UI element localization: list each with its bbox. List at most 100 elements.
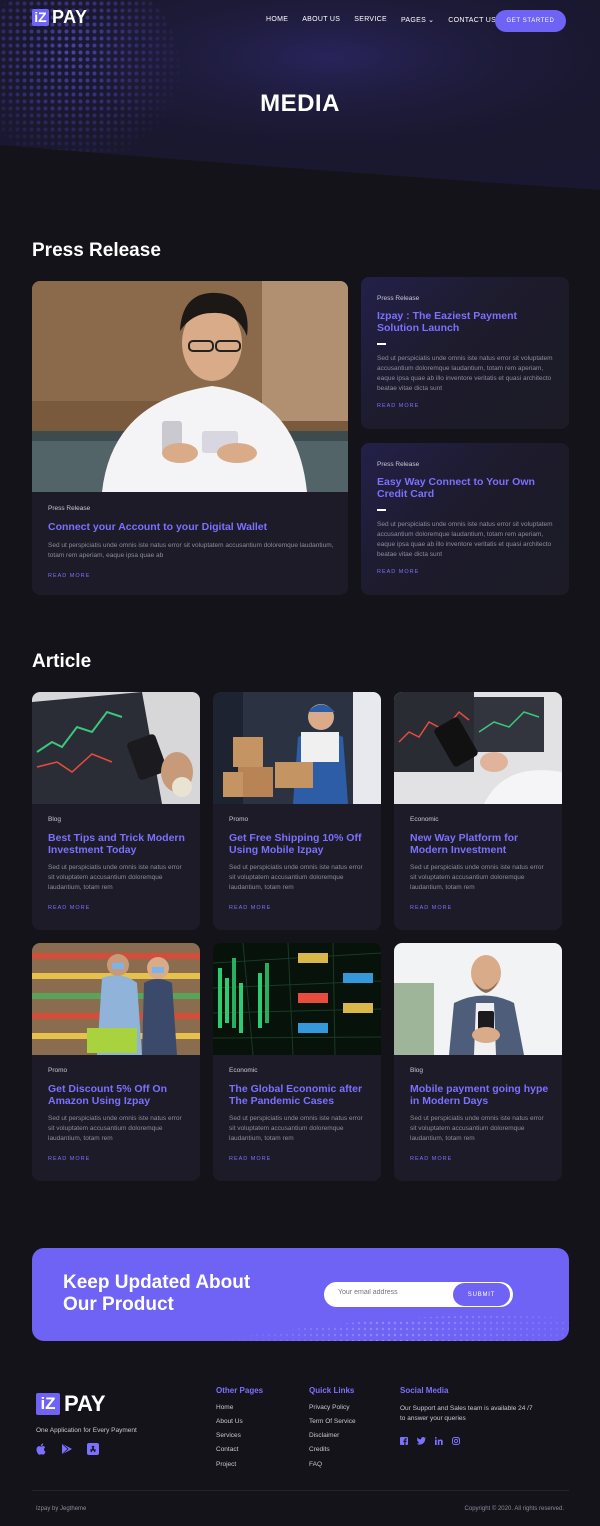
newsletter-title-line-1: Keep Updated About xyxy=(63,1272,251,1293)
brand-logo[interactable]: iZ PAY xyxy=(32,6,88,27)
google-play-icon[interactable] xyxy=(61,1443,73,1455)
card-description: Sed ut perspiciatis unde omnis iste natu… xyxy=(48,542,334,559)
card-title[interactable]: Izpay : The Eaziest Payment Solution Lau… xyxy=(377,310,555,334)
top-navigation: iZ PAY HOME ABOUT US SERVICE PAGES ⌄ CONT… xyxy=(0,0,600,42)
instagram-icon[interactable] xyxy=(452,1437,460,1445)
email-input[interactable] xyxy=(338,1289,448,1296)
article-card-1[interactable]: Blog Best Tips and Trick Modern Investme… xyxy=(32,692,200,930)
card-title[interactable]: The Global Economic after The Pandemic C… xyxy=(229,1083,369,1107)
get-started-button[interactable]: GET STARTED xyxy=(495,10,566,32)
article-image-trading-phone xyxy=(394,692,562,804)
article-card-6[interactable]: Blog Mobile payment going hype in Modern… xyxy=(394,943,562,1181)
read-more-link[interactable]: READ MORE xyxy=(410,1156,550,1162)
card-description: Sed ut perspiciatis unde omnis iste natu… xyxy=(48,864,182,891)
press-side-card-1[interactable]: Press Release Izpay : The Eaziest Paymen… xyxy=(361,277,569,429)
card-title[interactable]: Best Tips and Trick Modern Investment To… xyxy=(48,832,188,856)
hero-section: iZ PAY HOME ABOUT US SERVICE PAGES ⌄ CONT… xyxy=(0,0,600,190)
logo-text: PAY xyxy=(52,6,88,27)
nav-item-pages-label: PAGES xyxy=(400,17,427,24)
press-side-card-2[interactable]: Press Release Easy Way Connect to Your O… xyxy=(361,443,569,595)
footer-credit: Izpay by Jegtheme xyxy=(36,1506,87,1512)
read-more-link[interactable]: READ MORE xyxy=(229,905,369,911)
newsletter-title: Keep Updated About Our Product xyxy=(63,1272,250,1316)
footer-link-faq[interactable]: FAQ xyxy=(309,1461,322,1468)
card-title[interactable]: Mobile payment going hype in Modern Days xyxy=(410,1083,550,1107)
card-category: Economic xyxy=(410,816,439,823)
article-image-trading-laptop xyxy=(32,692,200,804)
card-category: Economic xyxy=(229,1067,258,1074)
card-title[interactable]: Get Discount 5% Off On Amazon Using Izpa… xyxy=(48,1083,188,1107)
page-title: MEDIA xyxy=(260,90,340,117)
card-title[interactable]: Connect your Account to your Digital Wal… xyxy=(48,521,338,533)
newsletter-banner: Keep Updated About Our Product SUBMIT xyxy=(32,1248,569,1341)
card-title[interactable]: New Way Platform for Modern Investment xyxy=(410,832,550,856)
card-title[interactable]: Easy Way Connect to Your Own Credit Card xyxy=(377,476,555,500)
footer-logo-text: PAY xyxy=(64,1391,106,1416)
read-more-link[interactable]: READ MORE xyxy=(229,1156,369,1162)
card-description: Sed ut perspiciatis unde omnis iste natu… xyxy=(410,864,544,891)
card-description: Sed ut perspiciatis unde omnis iste natu… xyxy=(377,355,553,392)
quick-links-title: Quick Links xyxy=(309,1386,355,1395)
title-divider xyxy=(377,343,386,345)
card-category: Press Release xyxy=(377,295,420,302)
footer-link-term-of-service[interactable]: Term Of Service xyxy=(309,1418,356,1425)
article-image-supermarket xyxy=(32,943,200,1055)
article-card-3[interactable]: Economic New Way Platform for Modern Inv… xyxy=(394,692,562,930)
article-card-2[interactable]: Promo Get Free Shipping 10% Off Using Mo… xyxy=(213,692,381,930)
footer-link-contact[interactable]: Contact xyxy=(216,1446,238,1453)
card-category: Press Release xyxy=(48,505,91,512)
featured-press-image xyxy=(32,281,348,492)
card-description: Sed ut perspiciatis unde omnis iste natu… xyxy=(229,864,363,891)
nav-item-pages[interactable]: PAGES ⌄ xyxy=(401,16,434,24)
chevron-down-icon: ⌄ xyxy=(428,17,435,24)
card-category: Promo xyxy=(229,816,249,823)
nav-item-service[interactable]: SERVICE xyxy=(354,16,387,24)
card-category: Blog xyxy=(410,1067,424,1074)
read-more-link[interactable]: READ MORE xyxy=(48,905,188,911)
footer-link-credits[interactable]: Credits xyxy=(309,1446,330,1453)
read-more-link[interactable]: READ MORE xyxy=(48,573,338,579)
article-image-stock-board xyxy=(213,943,381,1055)
article-card-4[interactable]: Promo Get Discount 5% Off On Amazon Usin… xyxy=(32,943,200,1181)
linkedin-icon[interactable] xyxy=(435,1437,443,1445)
logo-mark: iZ xyxy=(32,8,49,26)
twitter-icon[interactable] xyxy=(417,1437,426,1445)
footer-divider xyxy=(32,1490,569,1491)
card-title[interactable]: Get Free Shipping 10% Off Using Mobile I… xyxy=(229,832,369,856)
card-description: Sed ut perspiciatis unde omnis iste natu… xyxy=(410,1115,544,1142)
footer-link-project[interactable]: Project xyxy=(216,1461,236,1468)
card-category: Press Release xyxy=(377,461,420,468)
social-icons xyxy=(400,1437,460,1445)
read-more-link[interactable]: READ MORE xyxy=(48,1156,188,1162)
app-store-icon[interactable] xyxy=(87,1443,99,1455)
footer-copyright: Copyright © 2020. All rights reserved. xyxy=(464,1506,564,1512)
footer-logo[interactable]: iZ PAY xyxy=(36,1391,106,1417)
social-media-text: Our Support and Sales team is available … xyxy=(400,1405,533,1422)
read-more-link[interactable]: READ MORE xyxy=(377,569,555,575)
read-more-link[interactable]: READ MORE xyxy=(410,905,550,911)
featured-press-card[interactable]: Press Release Connect your Account to yo… xyxy=(32,281,348,595)
footer-link-home[interactable]: Home xyxy=(216,1404,233,1411)
submit-button[interactable]: SUBMIT xyxy=(452,1282,511,1307)
press-release-heading: Press Release xyxy=(32,240,161,261)
nav-item-about-us[interactable]: ABOUT US xyxy=(302,16,340,24)
footer-link-privacy-policy[interactable]: Privacy Policy xyxy=(309,1404,349,1411)
article-card-5[interactable]: Economic The Global Economic after The P… xyxy=(213,943,381,1181)
social-media-title: Social Media xyxy=(400,1386,449,1395)
other-pages-title: Other Pages xyxy=(216,1386,264,1395)
footer-link-about-us[interactable]: About Us xyxy=(216,1418,243,1425)
facebook-icon[interactable] xyxy=(400,1437,408,1445)
footer-link-disclaimer[interactable]: Disclaimer xyxy=(309,1432,339,1439)
card-category: Blog xyxy=(48,816,62,823)
card-description: Sed ut perspiciatis unde omnis iste natu… xyxy=(48,1115,182,1142)
nav-item-contact-label: CONTACT US xyxy=(448,17,497,24)
apple-icon[interactable] xyxy=(36,1443,47,1455)
title-divider xyxy=(377,509,386,511)
app-store-links xyxy=(36,1443,99,1455)
footer-link-services[interactable]: Services xyxy=(216,1432,241,1439)
article-image-delivery-man xyxy=(213,692,381,804)
read-more-link[interactable]: READ MORE xyxy=(377,403,555,409)
article-image-man-phone xyxy=(394,943,562,1055)
footer-tagline: One Application for Every Payment xyxy=(36,1427,137,1434)
nav-item-home[interactable]: HOME xyxy=(266,16,288,24)
